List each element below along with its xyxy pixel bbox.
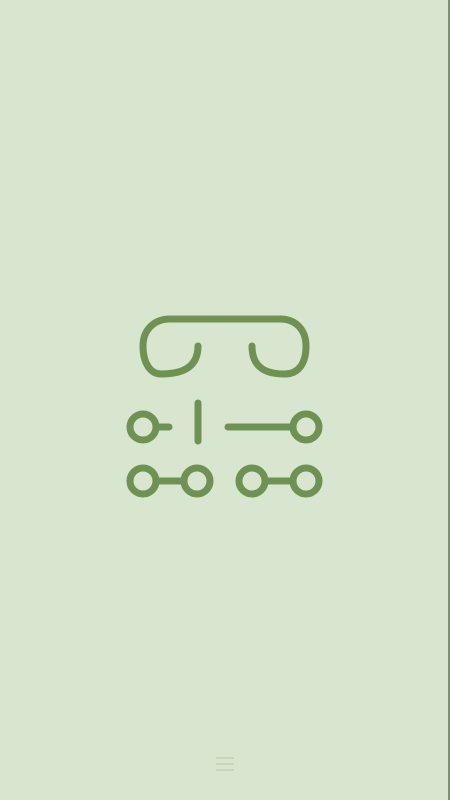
hamburger-menu-icon[interactable] [210, 752, 240, 776]
tile-node-pair-left[interactable] [126, 464, 214, 498]
tile-curve-left[interactable] [139, 315, 226, 378]
tile-endpoint-right[interactable] [289, 410, 323, 444]
menu-line [216, 757, 234, 759]
tile-endpoint-left[interactable] [126, 410, 173, 444]
puzzle-board [126, 315, 323, 498]
menu-line [216, 763, 234, 765]
game-screen [0, 0, 450, 800]
tile-node-pair-right[interactable] [235, 464, 323, 498]
menu-line [216, 769, 234, 771]
tile-curve-right[interactable] [218, 315, 310, 378]
